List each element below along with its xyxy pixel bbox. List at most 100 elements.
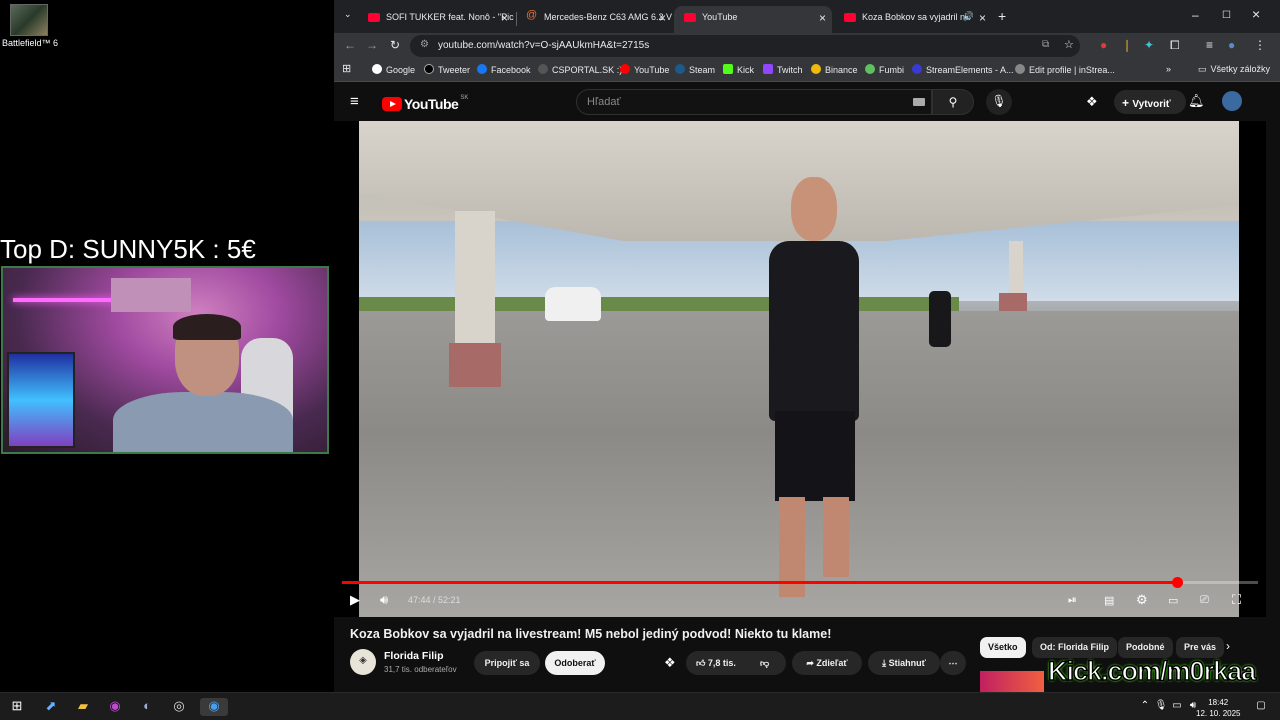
clock-date: 12. 10. 2025 — [1196, 709, 1241, 718]
fullscreen-icon[interactable]: ⛶ — [1232, 592, 1241, 608]
channel-avatar[interactable]: ◈ — [350, 649, 376, 675]
extension-adblock-icon[interactable]: ● — [1100, 38, 1107, 52]
notification-center-icon[interactable]: ▢ — [1252, 700, 1270, 718]
chip-for-you[interactable]: Pre vás — [1176, 637, 1224, 658]
channel-subscribers: 31,7 tis. odberateľov — [384, 665, 457, 674]
search-taskbar-icon[interactable]: ⬈ — [42, 698, 60, 716]
more-actions-button[interactable]: ⋯ — [940, 651, 966, 675]
bookmark-google[interactable]: Google — [372, 64, 415, 75]
theater-mode-icon[interactable]: ▭ — [1168, 594, 1178, 607]
steam-taskbar-icon[interactable]: ◐ — [138, 698, 156, 716]
close-tab-icon[interactable]: × — [819, 11, 826, 25]
join-button[interactable]: Pripojiť sa — [474, 651, 540, 675]
bookmark-fumbi[interactable]: Fumbi — [865, 64, 904, 75]
webcam-overlay — [1, 266, 329, 454]
bookmark-kick[interactable]: Kick — [723, 64, 754, 75]
autoplay-toggle-icon[interactable]: ⏯ — [1068, 594, 1077, 607]
person-head — [791, 177, 837, 241]
bookmark-twitch[interactable]: Twitch — [763, 64, 803, 75]
chrome-menu-icon[interactable]: ⋮ — [1254, 38, 1266, 52]
chrome-taskbar-icon[interactable]: ◉ — [200, 698, 228, 716]
voice-search-button[interactable]: 🎙 — [986, 89, 1012, 115]
more-bookmarks-icon[interactable]: » — [1166, 64, 1171, 74]
like-dislike-group: 👍︎ 7,8 tis. 👎︎ — [686, 651, 786, 675]
obs-icon[interactable]: ◎ — [170, 698, 188, 716]
profile-avatar-icon[interactable]: ● — [1228, 38, 1235, 52]
bookmark-binance[interactable]: Binance — [811, 64, 858, 75]
share-button[interactable]: ➦ Zdieľať — [792, 651, 862, 675]
close-tab-icon[interactable]: × — [979, 11, 986, 25]
tab-mercedes[interactable]: @ Mercedes-Benz C63 AMG 6.2 V × — [516, 6, 672, 33]
bookmark-tweeter[interactable]: Tweeter — [424, 64, 470, 75]
tab-koza-bobkov[interactable]: Koza Bobkov sa vyjadril na 🔊 × — [834, 6, 992, 33]
progress-bar[interactable] — [342, 577, 1258, 588]
all-bookmarks[interactable]: ▭ Všetky záložky — [1198, 64, 1270, 75]
tab-youtube[interactable]: YouTube × — [674, 6, 832, 33]
hamburger-menu-icon[interactable]: ≡ — [350, 93, 359, 110]
cast-icon[interactable]: ⎚ — [1200, 594, 1209, 607]
chrome-profile-icon[interactable]: ◉ — [106, 698, 124, 716]
extension-3-icon[interactable]: ✦ — [1144, 38, 1154, 52]
account-avatar[interactable] — [1222, 91, 1242, 111]
bookmark-streamelements[interactable]: StreamElements - A... — [912, 64, 1014, 75]
windows-start-icon[interactable]: ⊞ — [8, 698, 26, 716]
maximize-icon[interactable]: ☐ — [1222, 10, 1231, 21]
scene-pillar-base — [999, 293, 1027, 311]
chip-related[interactable]: Podobné — [1118, 637, 1173, 658]
volume-icon[interactable]: 🔊︎ — [380, 592, 388, 608]
facebook-icon — [477, 64, 487, 74]
bookmark-csportal[interactable]: CSPORTAL.SK :) — [538, 64, 622, 75]
chip-from-channel[interactable]: Od: Florida Filip — [1032, 637, 1117, 658]
bookmark-youtube[interactable]: YouTube — [620, 64, 669, 75]
site-info-icon[interactable]: ⚙ — [420, 39, 429, 50]
streamelements-icon — [912, 64, 922, 74]
shorts-icon[interactable]: ❖ — [1086, 94, 1098, 110]
reload-icon[interactable]: ↻ — [390, 38, 400, 52]
audio-playing-icon[interactable]: 🔊 — [963, 11, 974, 22]
csportal-icon — [538, 64, 548, 74]
taskbar-clock[interactable]: 18:42 12. 10. 2025 — [1196, 697, 1240, 719]
chip-all[interactable]: Všetko — [980, 637, 1026, 658]
install-app-icon[interactable]: ⧉ — [1042, 39, 1049, 50]
extensions-puzzle-icon[interactable]: ⧠ — [1170, 38, 1180, 53]
plus-icon: + — [1122, 96, 1133, 110]
new-tab-icon[interactable]: + — [998, 8, 1006, 24]
keyboard-icon[interactable] — [913, 98, 925, 106]
bookmark-facebook[interactable]: Facebook — [477, 64, 531, 75]
tab-sofi-tukker[interactable]: SOFI TUKKER feat. Nonô - "Pick × — [358, 6, 514, 33]
close-window-icon[interactable]: × — [1252, 6, 1260, 22]
bookmark-steam[interactable]: Steam — [675, 64, 715, 75]
extension-2-icon[interactable]: ❘ — [1122, 38, 1132, 52]
close-tab-icon[interactable]: × — [659, 11, 666, 25]
video-player[interactable]: ▶ 🔊︎ 47:44 / 52:21 ⏯ ▤ ⚙ ▭ ⎚ ⛶ — [334, 121, 1266, 617]
recommended-thumbnail[interactable] — [980, 671, 1044, 692]
forward-icon[interactable]: → — [366, 38, 378, 52]
chips-next-icon[interactable]: › — [1226, 639, 1230, 653]
notifications-bell-icon[interactable]: 🔔︎ — [1188, 93, 1205, 109]
battlefield-desktop-shortcut[interactable]: Battlefield™ 6 — [2, 4, 62, 48]
play-icon[interactable]: ▶ — [350, 592, 360, 608]
search-input[interactable]: Hľadať — [576, 89, 932, 115]
address-bar[interactable]: ⚙ youtube.com/watch?v=O-sjAAUkmHA&t=2715… — [410, 35, 1080, 57]
channel-name[interactable]: Florida Filip — [384, 650, 444, 662]
create-button[interactable]: + Vytvoriť — [1114, 90, 1186, 114]
file-explorer-icon[interactable]: ▰ — [74, 698, 92, 716]
search-button[interactable]: ⚲ — [932, 89, 974, 115]
media-controls-icon[interactable]: ≡ — [1206, 38, 1213, 52]
back-icon[interactable]: ← — [344, 38, 356, 52]
dislike-button[interactable]: 👎︎ — [760, 658, 769, 669]
close-tab-icon[interactable]: × — [501, 11, 508, 25]
subtitles-icon[interactable]: ▤ — [1104, 594, 1114, 607]
ai-summary-icon[interactable]: ❖ — [664, 655, 676, 671]
minimize-icon[interactable]: – — [1192, 8, 1199, 22]
settings-gear-icon[interactable]: ⚙ — [1136, 592, 1148, 608]
scene-car — [545, 287, 601, 321]
bookmark-instream[interactable]: Edit profile | inStrea... — [1015, 64, 1115, 75]
tab-search-icon[interactable]: ⌄ — [344, 9, 352, 20]
apps-grid-icon[interactable]: ⊞ — [342, 62, 351, 75]
youtube-logo[interactable]: YouTube SK — [382, 95, 468, 112]
download-button[interactable]: ⤓ Stiahnuť — [868, 651, 940, 675]
bookmark-star-icon[interactable]: ☆ — [1064, 38, 1074, 51]
like-button[interactable]: 👍︎ 7,8 tis. — [696, 658, 736, 668]
subscribe-button[interactable]: Odoberať — [545, 651, 605, 675]
